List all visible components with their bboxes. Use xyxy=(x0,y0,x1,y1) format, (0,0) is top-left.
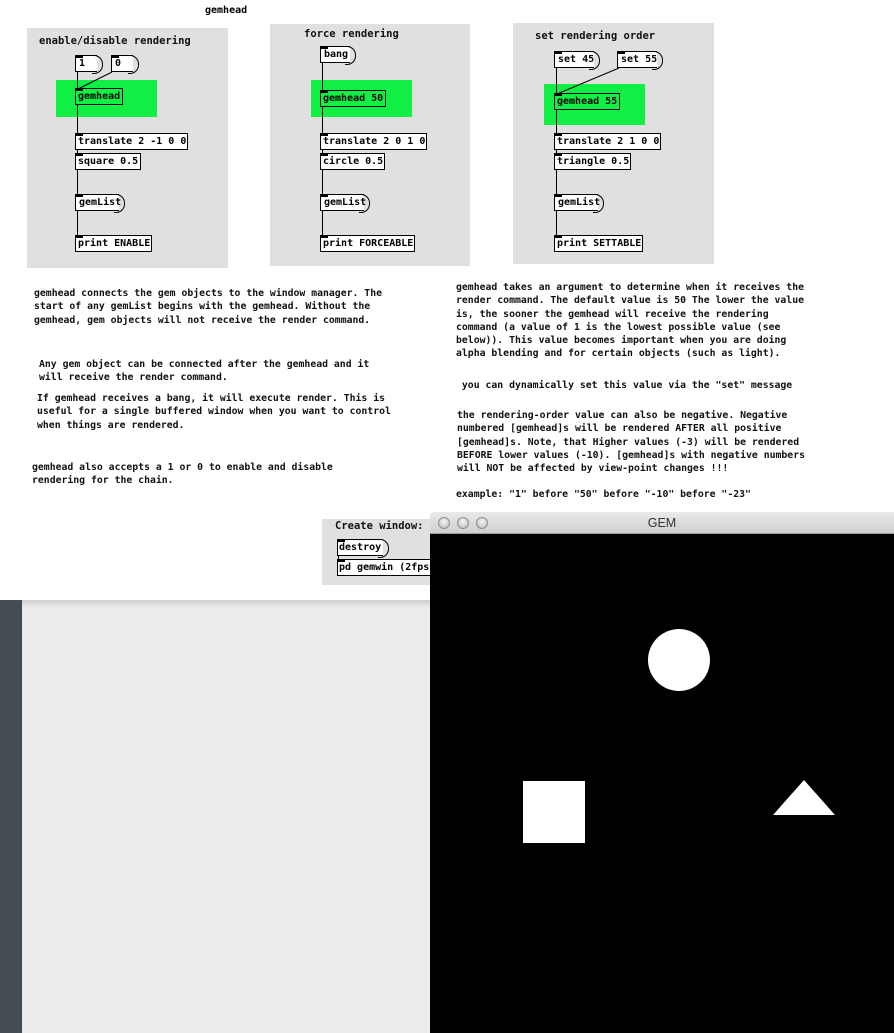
gem-window[interactable]: GEM xyxy=(430,512,894,1033)
desc-right-4: example: "1" before "50" before "-10" be… xyxy=(456,489,751,500)
pd-patch-canvas[interactable]: gemhead enable/disable rendering 1 0 gem… xyxy=(0,0,894,600)
destroy-message[interactable]: destroy xyxy=(337,539,389,558)
rendered-square xyxy=(523,781,585,843)
rendered-triangle xyxy=(773,780,835,815)
minimize-button-icon[interactable] xyxy=(457,517,469,529)
create-window-label: Create window: xyxy=(335,520,424,532)
gem-scene xyxy=(523,629,835,843)
desc-right-3: the rendering-order value can also be ne… xyxy=(457,410,805,475)
close-button-icon[interactable] xyxy=(438,517,450,529)
gem-window-title: GEM xyxy=(647,516,677,530)
desktop-dock-edge xyxy=(0,600,22,1033)
window-shadow xyxy=(22,600,432,608)
desc-left-4: gemhead also accepts a 1 or 0 to enable … xyxy=(32,462,333,487)
desc-left-1: gemhead connects the gem objects to the … xyxy=(34,288,382,326)
desc-right-1: gemhead takes an argument to determine w… xyxy=(456,282,804,360)
desc-left-3: If gemhead receives a bang, it will exec… xyxy=(37,393,391,431)
pd-gemwin-subpatch[interactable]: pd gemwin (2fps xyxy=(337,559,432,576)
wire-destroy xyxy=(338,556,339,559)
gem-render-canvas[interactable] xyxy=(430,534,894,1033)
wire-toggle-0-to-gemhead xyxy=(77,71,113,90)
zoom-button-icon[interactable] xyxy=(476,517,488,529)
desktop-background xyxy=(22,600,432,1033)
rendered-circle xyxy=(648,629,710,691)
wire-set-55-to-gemhead xyxy=(556,67,620,95)
desc-right-2: you can dynamically set this value via t… xyxy=(456,380,793,391)
desc-left-2: Any gem object can be connected after th… xyxy=(39,359,370,384)
